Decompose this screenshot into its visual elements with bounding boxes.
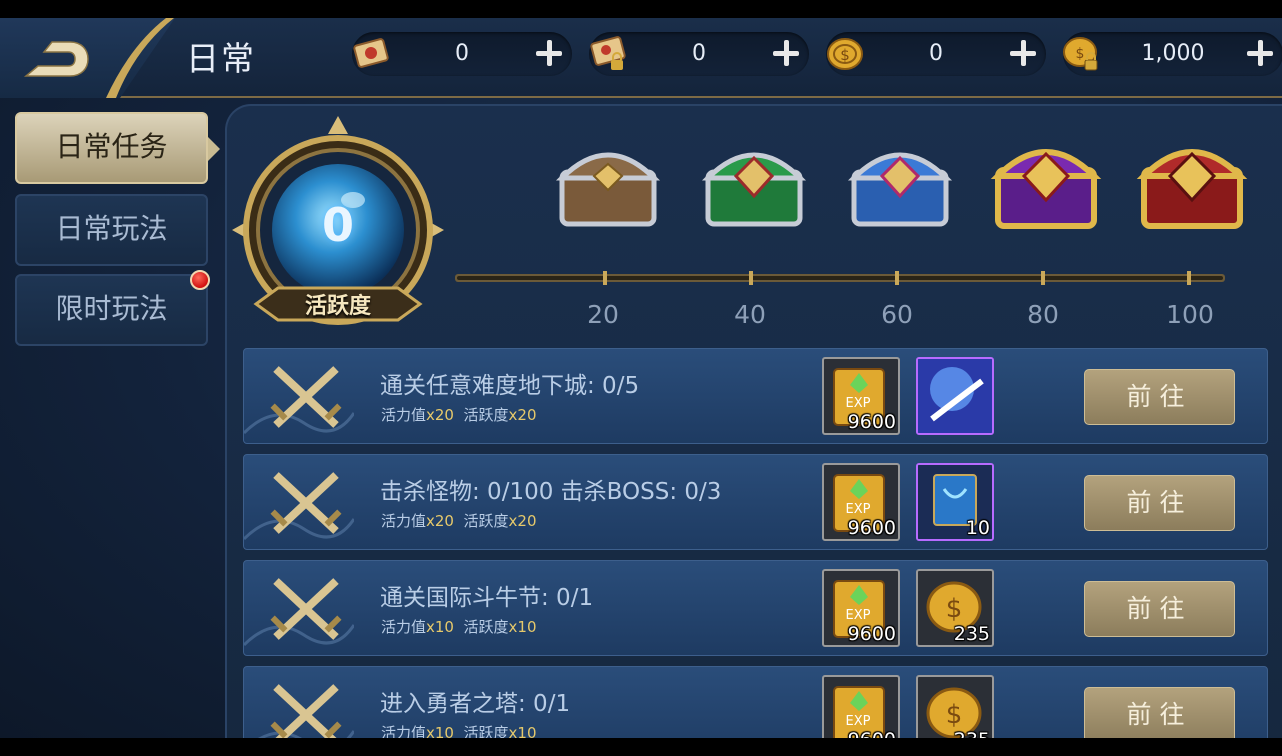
skill-card-icon — [918, 359, 992, 433]
svg-text:EXP: EXP — [846, 608, 871, 623]
svg-text:EXP: EXP — [846, 502, 871, 517]
locked-scroll-icon — [590, 36, 626, 70]
sidebar-item-limited-play[interactable]: 限时玩法 — [15, 270, 210, 346]
task-row: 通关国际斗牛节: 0/1 活力值x10 活跃度x10 EXP 9600 $ 23… — [243, 560, 1268, 656]
reward-item[interactable]: $ 235 — [916, 569, 994, 647]
reward-item[interactable]: 10 — [916, 463, 994, 541]
scroll-icon — [353, 38, 389, 68]
add-locked-scroll-button[interactable] — [769, 36, 803, 70]
milestone-label: 20 — [587, 300, 619, 329]
add-gold-button[interactable] — [1006, 36, 1040, 70]
activity-progress-bar — [455, 271, 1225, 285]
purple-chest-icon[interactable] — [984, 122, 1108, 246]
svg-text:$: $ — [840, 46, 850, 64]
task-row: 进入勇者之塔: 0/1 活力值x10 活跃度x10 EXP 9600 $ 235… — [243, 666, 1268, 738]
resource-scroll: 0 — [352, 32, 572, 76]
activity-label: 活跃度 — [304, 294, 371, 319]
top-letterbox — [0, 0, 1282, 18]
task-points: 活力值x20 活跃度x20 — [381, 512, 537, 530]
header-divider — [106, 18, 174, 98]
task-points: 活力值x10 活跃度x10 — [381, 724, 537, 738]
page-title: 日常 — [186, 39, 256, 78]
green-chest-icon[interactable] — [692, 122, 816, 246]
go-button[interactable]: 前往 — [1084, 369, 1235, 425]
milestone-label: 40 — [734, 300, 766, 329]
notification-badge — [190, 270, 210, 290]
resource-gold: $ 0 — [826, 32, 1046, 76]
reward-item[interactable]: EXP 9600 — [822, 357, 900, 435]
daily-screen: 日常 0 0 $ 0 $ 1,000 日常任务 日常玩法 限时玩法 0 活跃度 … — [0, 18, 1282, 738]
go-button[interactable]: 前往 — [1084, 581, 1235, 637]
reward-item[interactable]: $ 235 — [916, 675, 994, 738]
task-row: 通关任意难度地下城: 0/5 活力值x20 活跃度x20 EXP 9600 前往 — [243, 348, 1268, 444]
svg-text:$: $ — [1076, 46, 1085, 62]
sidebar-item-daily-tasks[interactable]: 日常任务 — [15, 112, 220, 184]
resource-locked-scroll: 0 — [589, 32, 809, 76]
activity-value: 0 — [321, 198, 354, 252]
silver-chest-icon[interactable] — [546, 122, 670, 246]
back-arrow-icon[interactable] — [22, 36, 92, 82]
bottom-letterbox — [0, 738, 1282, 756]
svg-text:$: $ — [946, 700, 963, 730]
reward-item[interactable] — [916, 357, 994, 435]
task-name: 进入勇者之塔: 0/1 — [380, 691, 571, 717]
crossed-swords-icon — [270, 472, 342, 534]
crossed-swords-icon — [270, 366, 342, 428]
task-row: 击杀怪物: 0/100 击杀BOSS: 0/3 活力值x20 活跃度x20 EX… — [243, 454, 1268, 550]
locked-gold-coin-icon: $ — [1063, 37, 1098, 71]
add-locked-gold-button[interactable] — [1243, 36, 1277, 70]
svg-text:EXP: EXP — [846, 714, 871, 729]
crossed-swords-icon — [270, 684, 342, 738]
gold-coin-icon: $ — [827, 38, 863, 70]
add-scroll-button[interactable] — [532, 36, 566, 70]
sidebar-item-daily-play[interactable]: 日常玩法 — [15, 194, 208, 266]
go-button[interactable]: 前往 — [1084, 475, 1235, 531]
task-points: 活力值x20 活跃度x20 — [381, 406, 537, 424]
task-name: 击杀怪物: 0/100 击杀BOSS: 0/3 — [380, 479, 722, 505]
resource-locked-gold: $ 1,000 — [1063, 32, 1282, 76]
go-button[interactable]: 前往 — [1084, 687, 1235, 738]
blue-chest-icon[interactable] — [838, 122, 962, 246]
reward-item[interactable]: EXP 9600 — [822, 675, 900, 738]
svg-text:EXP: EXP — [846, 396, 871, 411]
milestone-label: 80 — [1027, 300, 1059, 329]
milestone-label: 100 — [1166, 300, 1214, 329]
task-name: 通关任意难度地下城: 0/5 — [380, 373, 640, 399]
milestone-label: 60 — [881, 300, 913, 329]
task-name: 通关国际斗牛节: 0/1 — [380, 585, 594, 611]
red-chest-icon[interactable] — [1130, 122, 1254, 246]
crossed-swords-icon — [270, 578, 342, 640]
header-bar: 日常 0 0 $ 0 $ 1,000 — [0, 18, 1282, 98]
reward-item[interactable]: EXP 9600 — [822, 463, 900, 541]
task-points: 活力值x10 活跃度x10 — [381, 618, 537, 636]
svg-text:$: $ — [946, 594, 963, 624]
reward-item[interactable]: EXP 9600 — [822, 569, 900, 647]
